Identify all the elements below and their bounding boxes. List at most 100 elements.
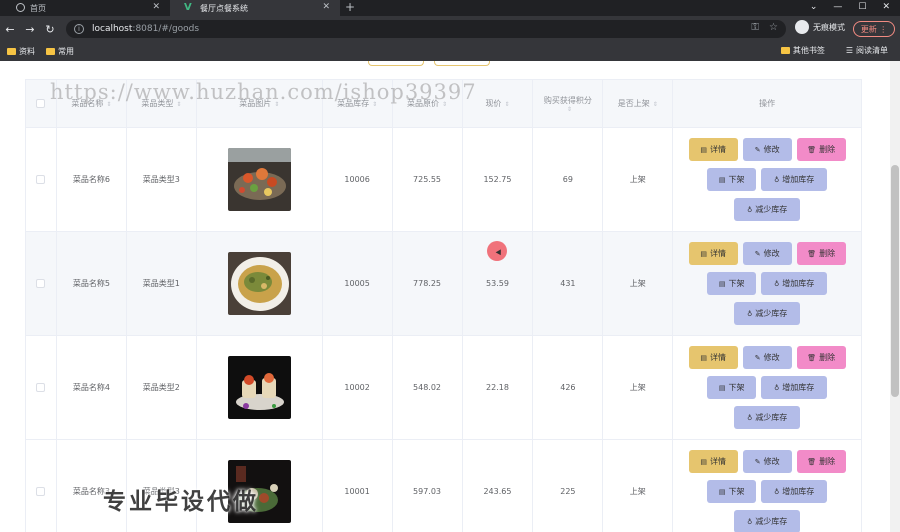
button-label: 减少库存 [755,309,788,318]
edit-button[interactable]: ✎ 修改 [742,346,792,369]
row-checkbox[interactable] [36,383,46,392]
button-label: 删除 [819,353,836,362]
row-select-cell [26,336,57,439]
decrease-stock-button[interactable]: ♁ 减少库存 [734,198,801,221]
document-icon: ▤ [700,353,707,362]
document-icon: ▤ [718,383,726,392]
cell-name: 菜品名称5 [57,232,127,335]
trash-icon: 🗑 [807,145,817,154]
bookmark-folder[interactable]: 资料 [7,46,35,57]
delete-button[interactable]: 🗑 删除 [796,242,846,265]
table-row[interactable]: 菜品名称5 菜品类型1 10005 778.25 53.59 431 上架 ▤ 详… [26,232,863,336]
edit-button[interactable]: ✎ 修改 [742,138,792,161]
caption-watermark: 专业毕设代做 [103,489,259,515]
close-icon[interactable]: ✕ [322,2,330,12]
header-label: 是否上架 [617,99,650,108]
cell-price: 725.55 [393,128,463,231]
row-checkbox[interactable] [36,487,46,496]
increase-stock-button[interactable]: ♁ 增加库存 [761,272,828,295]
off-shelf-button[interactable]: ▤ 下架 [707,480,757,503]
button-label: 详情 [709,249,726,258]
button-label: 减少库存 [755,517,788,526]
button-label: 减少库存 [755,413,788,422]
sort-icon[interactable]: ⇕ [653,101,658,108]
sort-icon[interactable]: ⇕ [504,101,509,108]
select-all-checkbox[interactable] [36,99,46,108]
star-icon[interactable]: ☆ [769,22,778,33]
forward-icon[interactable]: → [20,23,40,36]
address-bar[interactable]: i localhost:8081/#/goods ⚿ ☆ [66,20,786,38]
tab-home[interactable]: 首页 ✕ [0,0,170,16]
dish-image[interactable] [227,148,291,211]
top-button[interactable] [434,61,490,66]
trash-icon: 🗑 [807,457,817,466]
off-shelf-button[interactable]: ▤ 下架 [707,168,757,191]
detail-button[interactable]: ▤ 详情 [688,450,738,473]
dish-image[interactable] [227,252,291,315]
off-shelf-button[interactable]: ▤ 下架 [707,272,757,295]
bookmark-label: 阅读清单 [856,46,888,55]
increase-stock-button[interactable]: ♁ 增加库存 [761,480,828,503]
minimize-icon[interactable]: — [833,0,842,16]
chevron-down-icon[interactable]: ⌄ [810,0,818,16]
edit-button[interactable]: ✎ 修改 [742,242,792,265]
table-row[interactable]: 菜品名称4 菜品类型2 10002 548.02 22.18 426 上架 ▤ 详 [26,336,863,440]
cell-on-sale: 上架 [603,232,674,335]
detail-button[interactable]: ▤ 详情 [688,242,738,265]
top-button[interactable] [368,61,424,66]
other-bookmarks[interactable]: 其他书签 [780,45,825,56]
tab-restaurant-system[interactable]: V 餐厅点餐系统 ✕ [170,0,340,16]
row-select-cell [26,440,57,532]
delete-button[interactable]: 🗑 删除 [796,138,846,161]
bookmark-folder[interactable]: 常用 [46,46,74,57]
bulb-icon: ♁ [774,279,780,288]
increase-stock-button[interactable]: ♁ 增加库存 [761,168,828,191]
folder-icon [46,48,55,55]
table-row[interactable]: 菜品名称6 菜品类型3 10006 725.55 152.75 69 上架 ▤ 详… [26,128,863,232]
decrease-stock-button[interactable]: ♁ 减少库存 [734,302,801,325]
close-icon[interactable]: ✕ [152,2,160,12]
row-checkbox[interactable] [36,279,46,288]
browser-toolbar: ← → ↻ i localhost:8081/#/goods ⚿ ☆ 无痕模式 … [0,16,900,42]
url-host: localhost [92,24,133,34]
goods-page: 菜品名称 ⇕ 菜品类型 ⇕ 菜品图片 ⇕ 菜品库存 ⇕ 菜品原价 ⇕ 现价 ⇕ 购买获得积分… [0,61,890,532]
scrollbar-thumb[interactable] [891,165,899,397]
globe-icon [16,3,25,12]
decrease-stock-button[interactable]: ♁ 减少库存 [734,406,801,429]
detail-button[interactable]: ▤ 详情 [688,346,738,369]
decrease-stock-button[interactable]: ♁ 减少库存 [734,510,801,532]
update-button[interactable]: 更新 ⋮ [853,21,895,37]
header-label: 购买获得积分 [543,95,592,105]
bulb-icon: ♁ [774,175,780,184]
button-label: 下架 [728,279,745,288]
detail-button[interactable]: ▤ 详情 [688,138,738,161]
incognito-indicator[interactable]: 无痕模式 [795,20,845,34]
delete-button[interactable]: 🗑 删除 [796,450,846,473]
key-icon[interactable]: ⚿ [751,22,759,33]
header-points[interactable]: 购买获得积分 ⇕ [533,80,604,127]
increase-stock-button[interactable]: ♁ 增加库存 [761,376,828,399]
cell-on-sale: 上架 [603,440,674,532]
row-checkbox[interactable] [36,175,46,184]
bulb-icon: ♁ [747,517,753,526]
reload-icon[interactable]: ↻ [40,23,60,36]
cell-on-sale: 上架 [603,128,674,231]
header-on-sale[interactable]: 是否上架 ⇕ [603,80,674,127]
delete-button[interactable]: 🗑 删除 [796,346,846,369]
back-icon[interactable]: ← [0,23,20,36]
dish-image[interactable] [227,356,291,419]
maximize-icon[interactable]: ☐ [858,0,866,16]
close-window-icon[interactable]: ✕ [882,0,890,16]
edit-button[interactable]: ✎ 修改 [742,450,792,473]
off-shelf-button[interactable]: ▤ 下架 [707,376,757,399]
button-label: 详情 [709,457,726,466]
button-label: 增加库存 [782,175,815,184]
new-tab-button[interactable]: + [340,0,360,16]
reading-list[interactable]: ☰ 阅读清单 [846,45,888,56]
sort-icon[interactable]: ⇕ [567,106,572,113]
button-label: 减少库存 [755,205,788,214]
cell-type: 菜品类型3 [127,128,197,231]
page-scrollbar[interactable] [890,61,900,532]
edit-icon: ✎ [754,145,761,154]
info-icon[interactable]: i [74,24,84,34]
